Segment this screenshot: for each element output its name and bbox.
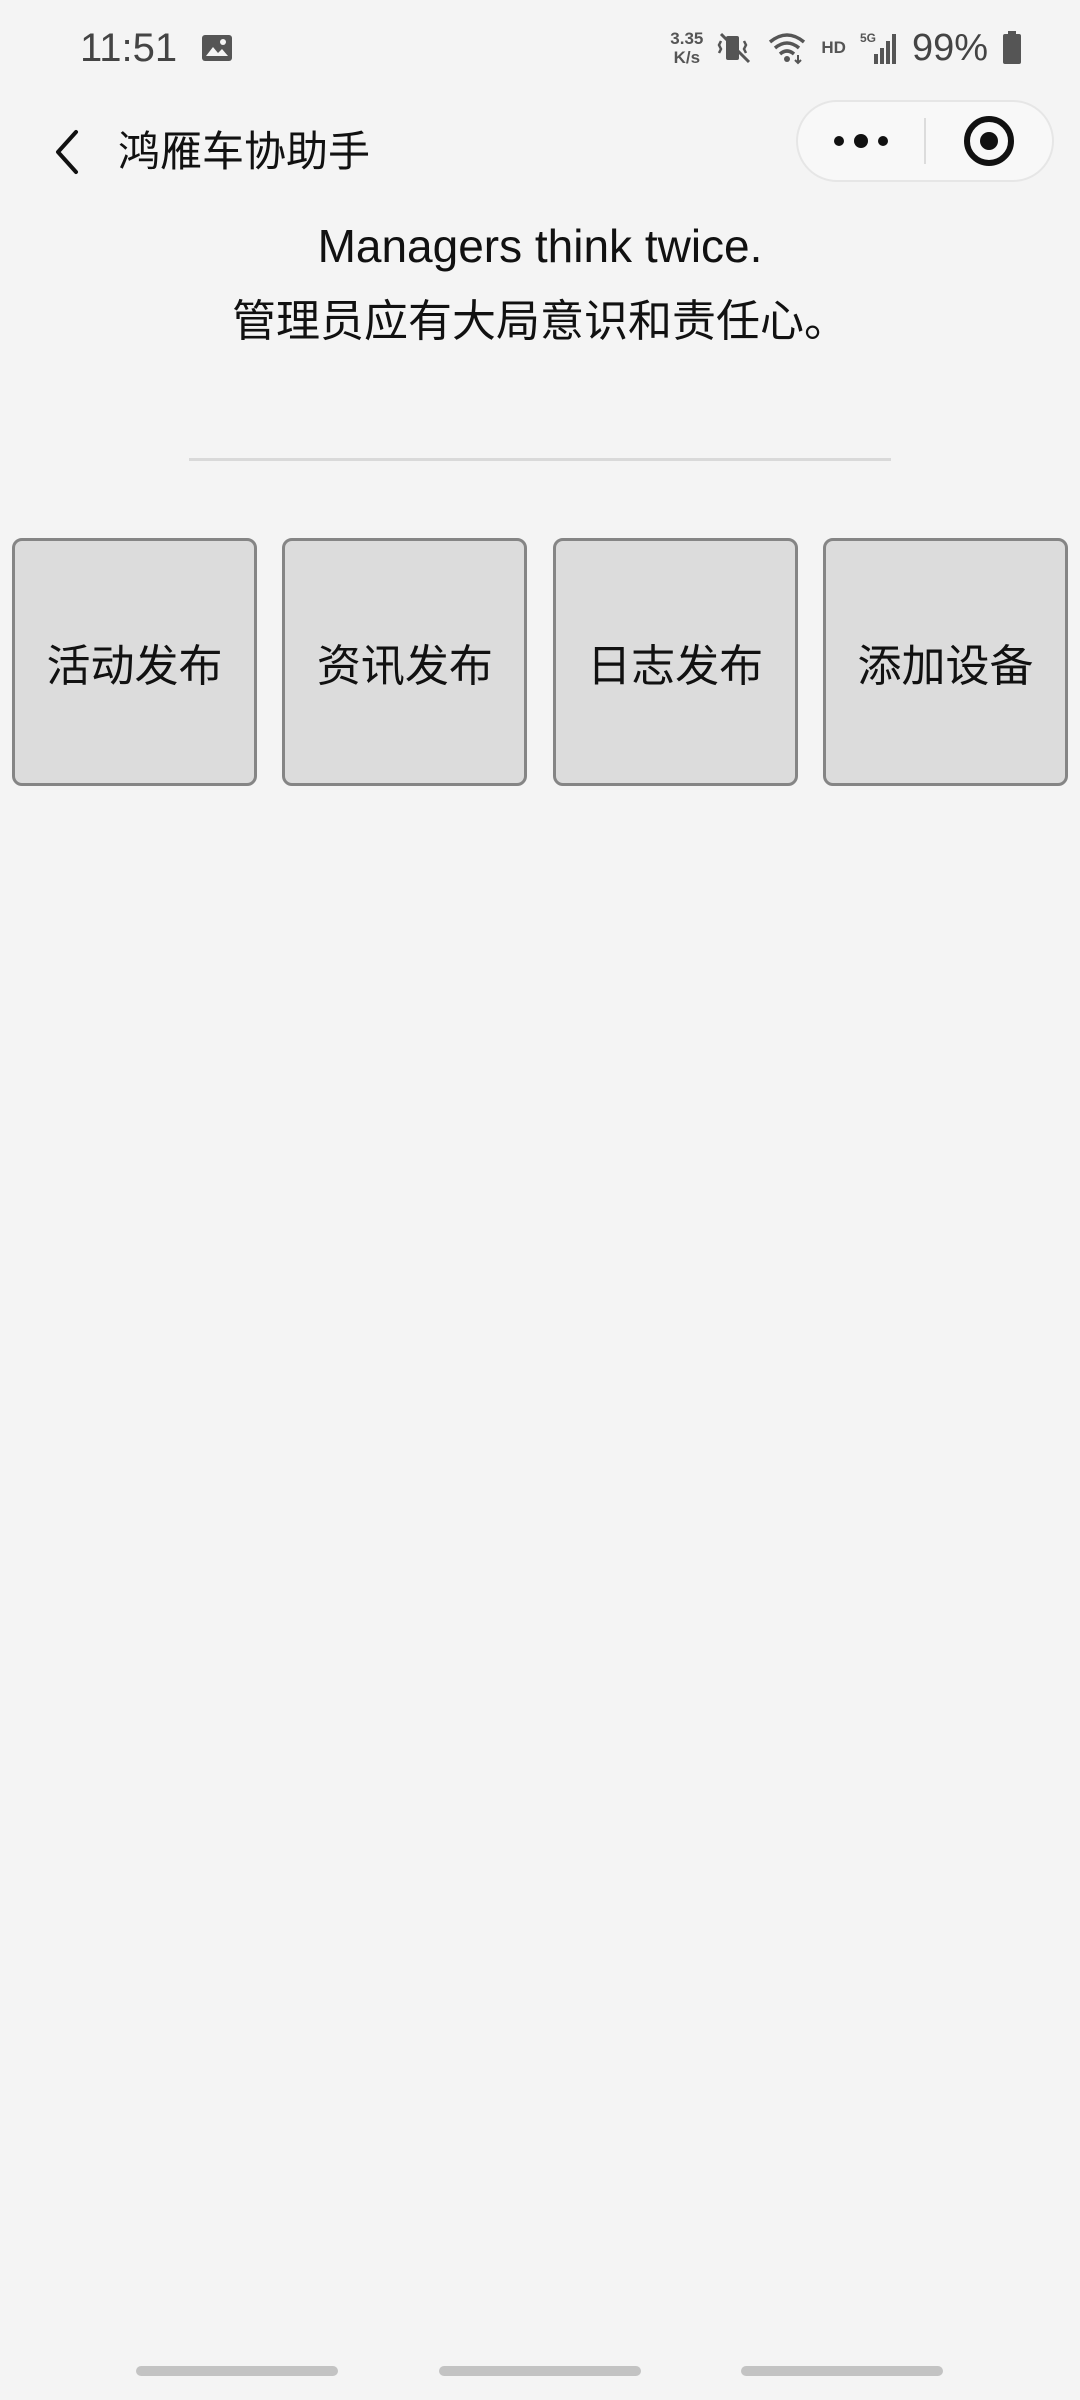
more-dots-icon — [831, 131, 891, 151]
page-title: 鸿雁车协助手 — [118, 127, 371, 176]
motto-chinese: 管理员应有大局意识和责任心。 — [232, 296, 848, 347]
status-bar: 11:51 3.35 K/s HD 5G 99% — [0, 0, 1080, 96]
gesture-hint-center[interactable] — [439, 2366, 641, 2376]
motto: Managers think twice. 管理员应有大局意识和责任心。 — [0, 214, 1080, 354]
gallery-icon — [201, 34, 233, 62]
publish-news-button[interactable]: 资讯发布 — [282, 538, 528, 786]
add-device-button[interactable]: 添加设备 — [822, 538, 1068, 786]
wifi-icon — [767, 31, 807, 65]
hd-label: HD — [821, 38, 846, 57]
divider — [189, 458, 891, 461]
target-circle-icon — [962, 114, 1016, 168]
battery-icon — [1002, 31, 1022, 65]
network-speed: 3.35 K/s — [670, 29, 703, 67]
screen: 11:51 3.35 K/s HD 5G 99% 鸿雁车协助手 Managers… — [0, 0, 1080, 2400]
status-left: 11:51 — [80, 26, 233, 71]
back-button[interactable] — [36, 120, 100, 184]
more-button[interactable] — [798, 102, 924, 180]
gesture-hint-left[interactable] — [136, 2366, 338, 2376]
battery-percent: 99% — [911, 26, 988, 69]
close-mini-program-button[interactable] — [926, 102, 1052, 180]
motto-english: Managers think twice. — [317, 220, 763, 272]
chevron-left-icon — [48, 127, 88, 177]
gesture-hint-right[interactable] — [741, 2366, 943, 2376]
mini-program-capsule — [796, 100, 1054, 182]
gesture-navigation-bar — [0, 2366, 1080, 2378]
mute-vibrate-icon — [717, 31, 753, 65]
publish-log-button[interactable]: 日志发布 — [552, 538, 798, 786]
network-speed-value: 3.35 — [670, 29, 704, 48]
nav-bar: 鸿雁车协助手 — [0, 96, 1080, 208]
action-grid: 活动发布 资讯发布 日志发布 添加设备 — [12, 538, 1068, 786]
publish-activity-button[interactable]: 活动发布 — [12, 538, 257, 786]
status-time: 11:51 — [80, 25, 178, 70]
svg-text:5G: 5G — [860, 31, 876, 45]
network-speed-unit: K/s — [673, 48, 701, 67]
signal-icon: 5G — [860, 30, 898, 66]
status-right: 3.35 K/s HD 5G 99% — [670, 27, 1022, 70]
